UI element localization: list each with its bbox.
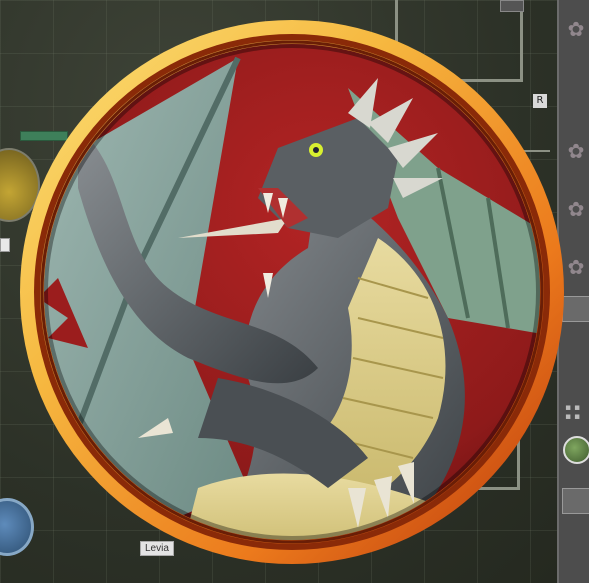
sidebar-thumbnail[interactable] bbox=[562, 296, 589, 322]
flower-icon[interactable]: ✿ bbox=[565, 198, 587, 220]
flower-icon[interactable]: ✿ bbox=[565, 140, 587, 162]
token-tag bbox=[0, 238, 10, 252]
more-icon[interactable]: ▪ ▪ ▪ ▪ bbox=[565, 404, 585, 422]
sidebar-thumbnail[interactable] bbox=[562, 488, 589, 514]
flower-icon[interactable]: ✿ bbox=[565, 18, 587, 40]
map-control-button[interactable] bbox=[500, 0, 524, 12]
dragon-token[interactable] bbox=[18, 18, 566, 566]
avatar[interactable] bbox=[563, 436, 589, 464]
flower-icon[interactable]: ✿ bbox=[565, 256, 587, 278]
